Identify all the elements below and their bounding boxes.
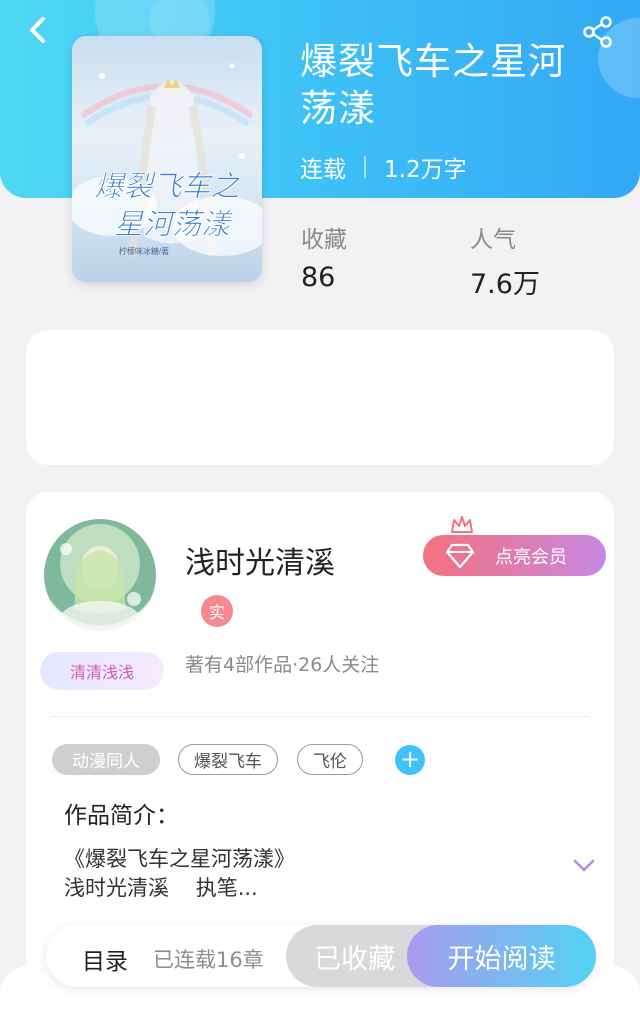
intro-text: 《爆裂飞车之星河荡漾》 浅时光清溪 执笔...: [64, 847, 295, 900]
chevron-down-icon[interactable]: [572, 858, 596, 874]
verified-badge: 实: [201, 595, 233, 627]
blank-card: [26, 330, 614, 465]
serial-status: 连载: [300, 157, 346, 183]
nickname-badge-text: 清清浅浅: [69, 663, 134, 682]
tag-item[interactable]: 动漫同人: [52, 744, 160, 775]
author-summary: 著有4部作品·26人关注: [185, 654, 380, 676]
favorited-label: 已收藏: [314, 943, 395, 975]
start-reading-button[interactable]: 开始阅读: [407, 925, 596, 987]
back-button[interactable]: [22, 14, 54, 46]
popularity-label: 人气: [470, 227, 516, 253]
start-reading-label: 开始阅读: [447, 943, 556, 975]
nickname-badge: 清清浅浅: [40, 652, 164, 690]
verified-label: 实: [208, 603, 225, 622]
favorites-label: 收藏: [301, 227, 347, 253]
divider: [50, 716, 590, 717]
crown-icon: [451, 516, 473, 533]
cover-byline: 柠檬味冰糖/著: [119, 246, 169, 256]
author-avatar[interactable]: [44, 519, 156, 631]
avatar-art: [60, 543, 141, 631]
book-title: 爆裂飞车之星河 荡漾: [300, 38, 600, 132]
favorites-value: 86: [301, 262, 336, 293]
intro-heading: 作品简介：: [64, 803, 179, 829]
tag-item[interactable]: 爆裂飞车: [178, 744, 278, 775]
tag-item[interactable]: 飞伦: [297, 744, 363, 775]
book-title-line2: 荡漾: [300, 87, 376, 130]
vip-button-label: 点亮会员: [495, 546, 567, 568]
chevron-left-icon: [30, 17, 45, 43]
author-name[interactable]: 浅时光清溪: [185, 538, 335, 582]
book-meta: 连载 1.2万字: [300, 150, 467, 184]
cover-title-line2: 星河荡漾: [114, 209, 234, 241]
cover-title-line1: 爆裂飞车之: [94, 171, 240, 203]
add-tag-button[interactable]: +: [395, 745, 425, 775]
book-title-line1: 爆裂飞车之星河: [300, 40, 566, 83]
vip-button[interactable]: 点亮会员: [423, 535, 606, 576]
word-count: 1.2万字: [384, 157, 467, 183]
book-cover-art: 爆裂飞车之 星河荡漾 柠檬味冰糖/著: [72, 63, 262, 257]
meta-divider: [364, 156, 366, 178]
diamond-icon: [445, 543, 475, 569]
toc-button[interactable]: 目录: [82, 942, 128, 976]
popularity-value: 7.6万: [470, 269, 540, 300]
chapter-count: 已连载16章: [153, 948, 264, 972]
book-cover[interactable]: 爆裂飞车之 星河荡漾 柠檬味冰糖/著: [72, 36, 262, 282]
